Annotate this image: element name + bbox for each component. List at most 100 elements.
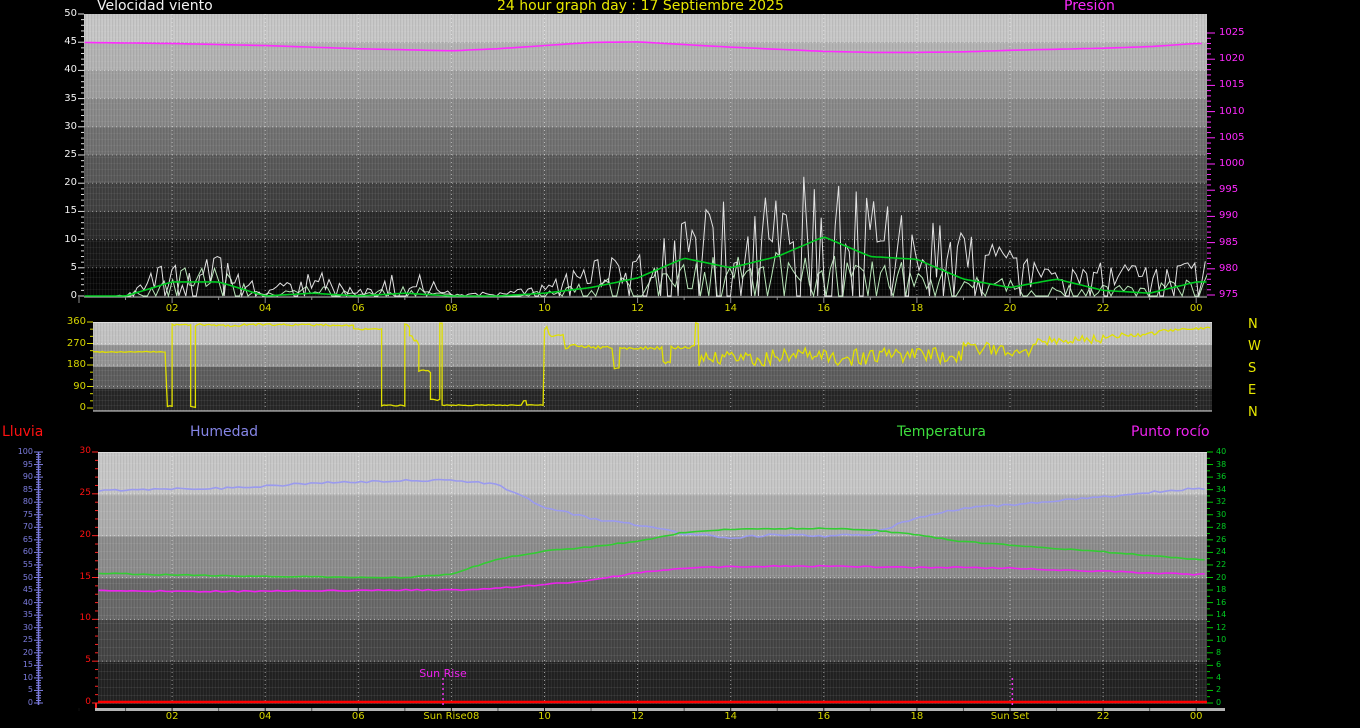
- axis-labels-layer: 50 45 40 35 30 25 20 15 10 5 0 1025 1020 1015 1010 1005…: [0, 0, 1360, 728]
- temp-ytick: 24: [1216, 547, 1227, 557]
- humidity-ytick: 25: [22, 635, 33, 645]
- pressure-ytick: 1020: [1219, 53, 1245, 65]
- temp-ytick: 22: [1216, 559, 1227, 569]
- temp-ytick: 38: [1216, 459, 1227, 469]
- wind-xtick: 20: [1003, 303, 1017, 314]
- humidity-ytick: 45: [22, 585, 33, 595]
- climate-xtick: 04: [258, 711, 272, 722]
- direction-ytick: 0: [79, 402, 86, 413]
- climate-xtick: 12: [631, 711, 644, 722]
- humidity-ytick: 75: [22, 509, 33, 519]
- rain-ytick: 10: [79, 613, 91, 624]
- temp-ytick: 16: [1216, 597, 1227, 607]
- wind-xtick: 12: [631, 303, 644, 314]
- direction-ytick: 360: [66, 316, 86, 327]
- temp-ytick: 20: [1216, 572, 1227, 582]
- wind-xtick: 22: [1096, 303, 1110, 314]
- rain-ytick: 15: [79, 571, 91, 582]
- wind-xtick: 16: [817, 303, 831, 314]
- wind-ytick: 10: [64, 233, 77, 245]
- wind-xtick: 02: [165, 303, 179, 314]
- humidity-ytick: 55: [22, 559, 33, 569]
- humidity-ytick: 95: [22, 459, 33, 469]
- humidity-ytick: 10: [22, 672, 33, 682]
- direction-ytick: 90: [73, 380, 86, 392]
- temp-ytick: 4: [1216, 672, 1222, 682]
- pressure-ytick: 980: [1219, 262, 1239, 274]
- pressure-ytick: 1015: [1219, 79, 1245, 91]
- temp-ytick: 28: [1216, 522, 1227, 532]
- humidity-ytick: 70: [22, 522, 33, 532]
- humidity-ytick: 20: [22, 647, 33, 657]
- wind-xtick: 14: [724, 303, 738, 314]
- wind-xtick: 06: [351, 303, 365, 314]
- direction-ytick: 180: [66, 359, 86, 370]
- temp-ytick: 30: [1216, 509, 1227, 519]
- humidity-ytick: 100: [17, 447, 33, 456]
- rain-ytick: 25: [79, 487, 91, 498]
- temp-ytick: 40: [1216, 447, 1227, 456]
- weather-graph-screen: Velocidad viento 24 hour graph day : 17 …: [0, 0, 1360, 728]
- wind-ytick: 45: [64, 36, 77, 48]
- pressure-ytick: 1000: [1219, 158, 1245, 169]
- direction-ytick: 270: [66, 337, 86, 349]
- wind-ytick: 35: [64, 92, 77, 104]
- temp-ytick: 2: [1216, 685, 1222, 695]
- climate-xtick: 18: [910, 711, 924, 722]
- temp-ytick: 6: [1216, 660, 1222, 670]
- rain-ytick: 30: [79, 446, 91, 456]
- temp-ytick: 12: [1216, 622, 1227, 632]
- wind-xtick: 10: [538, 303, 551, 314]
- wind-xtick: 18: [910, 303, 924, 314]
- temp-ytick: 34: [1216, 484, 1227, 494]
- wind-ytick: 30: [64, 120, 77, 132]
- wind-ytick: 0: [70, 290, 77, 301]
- wind-xtick: 00: [1189, 303, 1203, 314]
- wind-ytick: 15: [64, 205, 77, 217]
- humidity-ytick: 65: [22, 534, 33, 544]
- wind-ytick: 40: [64, 64, 77, 76]
- temp-ytick: 26: [1216, 534, 1227, 544]
- humidity-ytick: 50: [22, 572, 33, 582]
- humidity-ytick: 40: [22, 597, 33, 607]
- humidity-ytick: 0: [27, 698, 33, 707]
- climate-xtick: 16: [817, 711, 831, 722]
- temp-ytick: 18: [1216, 585, 1227, 595]
- climate-xtick: 10: [538, 711, 551, 722]
- humidity-ytick: 30: [22, 622, 33, 632]
- temp-ytick: 8: [1216, 647, 1222, 657]
- wind-xtick: 08: [445, 303, 458, 314]
- temp-ytick: 0: [1216, 698, 1222, 707]
- pressure-ytick: 1010: [1219, 105, 1245, 117]
- pressure-ytick: 990: [1219, 210, 1239, 222]
- climate-xtick: 00: [1189, 711, 1203, 722]
- humidity-ytick: 5: [27, 685, 33, 695]
- temp-ytick: 10: [1216, 635, 1227, 645]
- pressure-ytick: 985: [1219, 236, 1239, 248]
- temp-ytick: 14: [1216, 610, 1227, 620]
- rain-ytick: 0: [85, 697, 91, 707]
- climate-xtick: Sun Set: [990, 711, 1030, 722]
- humidity-ytick: 80: [22, 497, 33, 507]
- humidity-ytick: 35: [22, 610, 33, 620]
- rain-ytick: 5: [85, 655, 91, 666]
- climate-xtick: 02: [165, 711, 179, 722]
- wind-ytick: 25: [64, 149, 77, 160]
- pressure-ytick: 1025: [1219, 27, 1245, 38]
- humidity-ytick: 15: [22, 660, 33, 670]
- climate-xtick: Sun Rise08: [423, 711, 480, 722]
- wind-xtick: 04: [258, 303, 272, 314]
- rain-ytick: 20: [79, 529, 91, 540]
- climate-xtick: 06: [351, 711, 365, 722]
- pressure-ytick: 1005: [1219, 131, 1245, 143]
- temp-ytick: 32: [1216, 497, 1227, 507]
- wind-ytick: 5: [70, 261, 77, 273]
- wind-ytick: 20: [64, 177, 77, 189]
- pressure-ytick: 995: [1219, 184, 1239, 196]
- climate-xtick: 14: [724, 711, 738, 722]
- temp-ytick: 36: [1216, 472, 1227, 482]
- humidity-ytick: 60: [22, 547, 33, 557]
- wind-ytick: 50: [64, 8, 77, 19]
- humidity-ytick: 85: [22, 484, 33, 494]
- pressure-ytick: 975: [1219, 289, 1239, 300]
